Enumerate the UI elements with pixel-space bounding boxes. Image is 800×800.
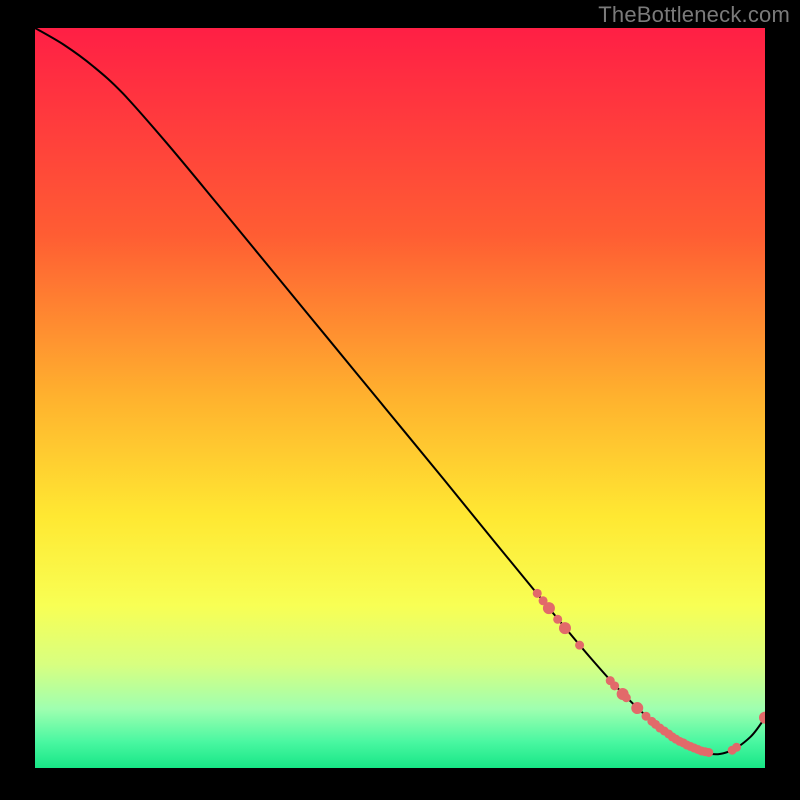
highlight-dot [559, 622, 571, 634]
highlight-dot [704, 748, 713, 757]
highlight-dot [553, 615, 562, 624]
chart-frame: TheBottleneck.com [0, 0, 800, 800]
gradient-background [35, 28, 765, 768]
highlight-dot [732, 743, 741, 752]
chart-svg [35, 28, 765, 768]
highlight-dot [543, 602, 555, 614]
watermark-text: TheBottleneck.com [598, 2, 790, 28]
plot-area [35, 28, 765, 768]
highlight-dot [631, 702, 643, 714]
highlight-dot [622, 693, 631, 702]
highlight-dot [575, 641, 584, 650]
highlight-dot [533, 589, 542, 598]
highlight-dot [610, 681, 619, 690]
